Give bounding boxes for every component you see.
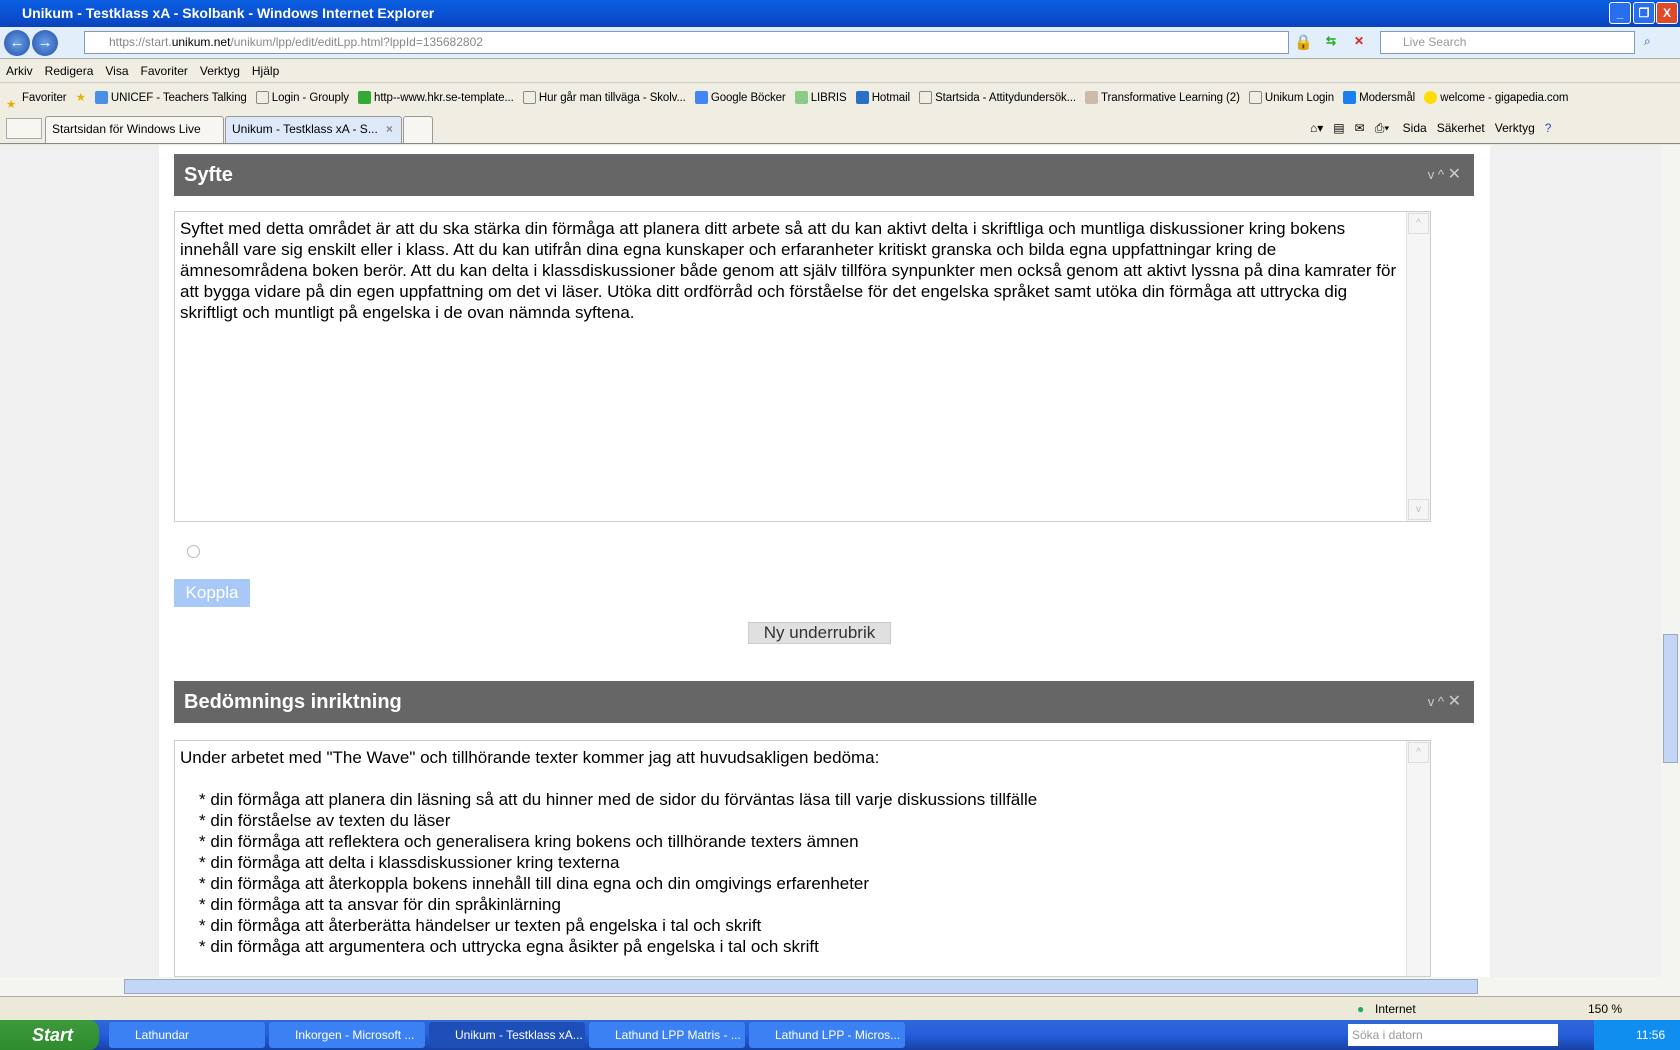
close-icon[interactable]: ✕ — [1448, 693, 1461, 710]
favorites-button[interactable]: ★Favoriter — [6, 92, 67, 112]
taskbar-item[interactable]: Lathundar — [109, 1022, 265, 1048]
lock-icon[interactable]: 🔒 — [1294, 33, 1313, 51]
safety-menu[interactable]: Säkerhet — [1437, 121, 1485, 135]
desktop-search-input[interactable]: Söka i datorn — [1348, 1024, 1558, 1046]
quick-tabs-button[interactable] — [6, 118, 42, 139]
favorite-link[interactable]: welcome - gigapedia.com — [1424, 91, 1568, 105]
system-tray: 11:56 — [1594, 1020, 1680, 1050]
move-up-icon[interactable]: ^ — [1438, 694, 1444, 709]
tab-windows-live[interactable]: Startsidan för Windows Live — [45, 116, 224, 143]
security-zone: Internet — [1375, 1002, 1416, 1016]
vertical-scrollbar[interactable] — [1661, 145, 1680, 977]
favorite-link[interactable]: Login - Grouply — [255, 91, 349, 105]
taskbar-item[interactable]: Lathund LPP - Micros... — [749, 1022, 905, 1048]
window-title: Unikum - Testklass xA - Skolbank - Windo… — [0, 0, 1680, 27]
taskbar-item[interactable]: Inkorgen - Microsoft ... — [269, 1022, 425, 1048]
new-subheading-button[interactable]: Ny underrubrik — [748, 622, 891, 644]
restore-button[interactable]: ❐ — [1633, 2, 1655, 24]
move-up-icon[interactable]: ^ — [1438, 167, 1444, 182]
move-down-icon[interactable]: v — [1428, 694, 1435, 709]
syfte-textarea[interactable]: Syftet med detta området är att du ska s… — [174, 211, 1431, 522]
forward-button[interactable]: → — [32, 30, 58, 56]
stop-icon[interactable]: ✕ — [1354, 34, 1364, 48]
koppla-button[interactable]: Koppla — [174, 579, 250, 607]
close-icon[interactable]: ✕ — [1448, 166, 1461, 183]
menu-arkiv[interactable]: Arkiv — [6, 64, 33, 78]
textarea-scrollbar[interactable]: ^ v — [1406, 212, 1430, 521]
page-viewport: Syfte v ^ ✕ Syftet med detta området är … — [0, 145, 1661, 977]
favorite-link[interactable]: Unikum Login — [1248, 91, 1334, 105]
star-icon: ★ — [6, 99, 17, 112]
lpp-editor: Syfte v ^ ✕ Syftet med detta området är … — [159, 145, 1490, 977]
favorite-link[interactable]: Hur går man tillväga - Skolv... — [522, 91, 686, 105]
favorite-link[interactable]: Transformative Learning (2) — [1085, 91, 1240, 105]
address-input[interactable]: https://start.unikum.net/unikum/lpp/edit… — [84, 31, 1289, 54]
tools-menu[interactable]: Verktyg — [1495, 121, 1535, 135]
taskbar-item[interactable]: Lathund LPP Matris - ... — [589, 1022, 745, 1048]
globe-icon: ● — [1357, 1002, 1365, 1016]
command-bar: ⌂▾ ▤ ✉ ⎙▾ Sida Säkerhet Verktyg? — [1300, 120, 1551, 137]
favorite-link[interactable]: UNICEF - Teachers Talking — [94, 91, 247, 105]
section-header-bedomning: Bedömnings inriktning v ^ ✕ — [174, 681, 1474, 723]
tab-unikum[interactable]: Unikum - Testklass xA - S... × — [225, 116, 402, 143]
home-icon[interactable]: ⌂▾ — [1310, 121, 1323, 135]
menu-favoriter[interactable]: Favoriter — [141, 64, 188, 78]
close-window-button[interactable]: X — [1656, 2, 1678, 24]
search-icon[interactable]: ⌕ — [1644, 34, 1651, 49]
mail-icon[interactable]: ✉ — [1355, 121, 1365, 135]
help-icon[interactable]: ? — [1545, 121, 1552, 135]
section-header-syfte: Syfte v ^ ✕ — [174, 154, 1474, 196]
radio-button[interactable] — [187, 545, 200, 558]
search-input[interactable]: Live Search — [1380, 31, 1635, 54]
page-menu[interactable]: Sida — [1403, 121, 1427, 135]
favorites-bar: ★Favoriter ★ UNICEF - Teachers Talking L… — [0, 84, 1680, 113]
menu-redigera[interactable]: Redigera — [45, 64, 94, 78]
print-icon[interactable]: ⎙▾ — [1375, 121, 1390, 135]
start-button[interactable]: Start — [0, 1020, 99, 1050]
taskbar: Start Lathundar Inkorgen - Microsoft ...… — [0, 1020, 1680, 1050]
menu-hjalp[interactable]: Hjälp — [252, 64, 279, 78]
taskbar-item-active[interactable]: Unikum - Testklass xA... — [429, 1022, 585, 1048]
favorite-link[interactable]: Hotmail — [855, 91, 910, 105]
feeds-icon[interactable]: ▤ — [1333, 121, 1344, 135]
menu-visa[interactable]: Visa — [105, 64, 128, 78]
minimize-button[interactable]: _ — [1609, 2, 1631, 24]
close-tab-icon[interactable]: × — [386, 122, 393, 136]
refresh-icon[interactable]: ⇆ — [1326, 34, 1336, 48]
textarea-scrollbar[interactable]: ^ — [1406, 741, 1430, 976]
bedomning-textarea[interactable]: Under arbetet med "The Wave" och tillhör… — [174, 740, 1431, 977]
status-bar: ● Internet 150 % — [0, 996, 1680, 1020]
zoom-level[interactable]: 150 % — [1588, 997, 1622, 1021]
favorite-link[interactable]: Modersmål — [1343, 91, 1415, 105]
back-button[interactable]: ← — [4, 30, 30, 56]
favorite-link[interactable]: LIBRIS — [794, 91, 847, 105]
move-down-icon[interactable]: v — [1428, 167, 1435, 182]
clock: 11:56 — [1636, 1028, 1666, 1042]
add-favorite-icon[interactable]: ★ — [76, 92, 86, 104]
horizontal-scrollbar[interactable] — [0, 977, 1680, 996]
menu-bar: Arkiv Redigera Visa Favoriter Verktyg Hjälp — [0, 60, 1680, 83]
menu-verktyg[interactable]: Verktyg — [200, 64, 240, 78]
new-tab-button[interactable] — [403, 116, 433, 143]
favorite-link[interactable]: http--www.hkr.se-template... — [358, 91, 514, 105]
favorite-link[interactable]: Startsida - Attitydundersök... — [919, 91, 1076, 105]
favorite-link[interactable]: Google Böcker — [694, 91, 786, 105]
